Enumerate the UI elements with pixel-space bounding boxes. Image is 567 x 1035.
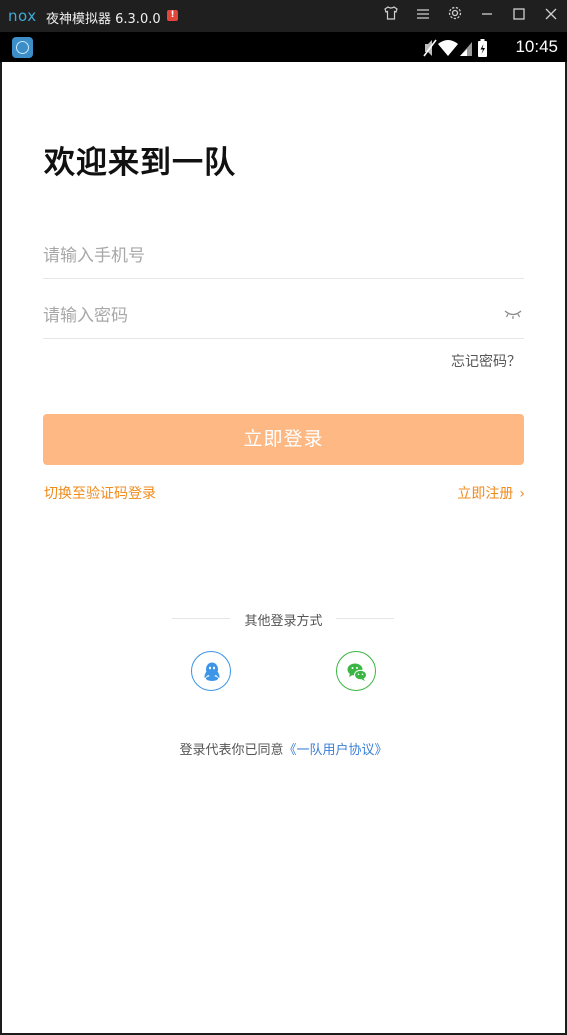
app-notification-icon xyxy=(12,37,33,58)
password-input[interactable] xyxy=(43,295,483,337)
shirt-icon[interactable] xyxy=(380,5,402,27)
status-icons xyxy=(423,39,487,57)
alert-icon[interactable]: ! xyxy=(167,10,178,21)
other-login-methods-label: 其他登录方式 xyxy=(244,614,323,629)
phone-field[interactable] xyxy=(43,235,524,279)
signal-icon xyxy=(460,42,472,56)
agreement-text: 登录代表你已同意《一队用户协议》 xyxy=(2,739,565,758)
register-link[interactable]: 立即注册 › xyxy=(457,483,525,503)
menu-icon[interactable] xyxy=(412,5,434,27)
forgot-password-link[interactable]: 忘记密码？ xyxy=(451,351,521,371)
status-clock: 10:45 xyxy=(515,37,558,56)
welcome-title: 欢迎来到一队 xyxy=(44,145,236,181)
wechat-login-button[interactable] xyxy=(336,651,376,691)
phone-input[interactable] xyxy=(43,235,483,277)
login-screen: 欢迎来到一队 忘记密码？ 立即登录 切换至验证码登录 立即注册 › 其他登录方式 xyxy=(2,62,565,1033)
password-field[interactable] xyxy=(43,295,524,339)
qq-icon xyxy=(204,662,220,681)
qq-login-button[interactable] xyxy=(191,651,231,691)
emulator-title: 夜神模拟器 6.3.0.0 xyxy=(46,12,161,27)
eye-closed-icon[interactable] xyxy=(504,307,522,321)
close-icon[interactable] xyxy=(540,5,562,27)
maximize-icon[interactable] xyxy=(508,5,530,27)
chevron-right-icon: › xyxy=(519,486,525,502)
nox-logo: nox xyxy=(8,7,37,25)
battery-icon xyxy=(478,39,487,57)
wifi-icon xyxy=(438,40,458,56)
login-button[interactable]: 立即登录 xyxy=(43,414,524,465)
agreement-prefix: 登录代表你已同意 xyxy=(179,743,284,758)
emulator-title-bar: nox 夜神模拟器 6.3.0.0 ! xyxy=(0,0,567,32)
mute-icon xyxy=(423,39,437,57)
minimize-icon[interactable] xyxy=(476,5,498,27)
register-label: 立即注册 xyxy=(457,486,514,502)
gear-icon[interactable] xyxy=(444,5,466,27)
wechat-icon xyxy=(347,663,367,681)
switch-to-code-login-link[interactable]: 切换至验证码登录 xyxy=(44,483,156,503)
android-status-bar: 10:45 xyxy=(0,32,567,62)
user-agreement-link[interactable]: 《一队用户协议》 xyxy=(284,743,388,758)
